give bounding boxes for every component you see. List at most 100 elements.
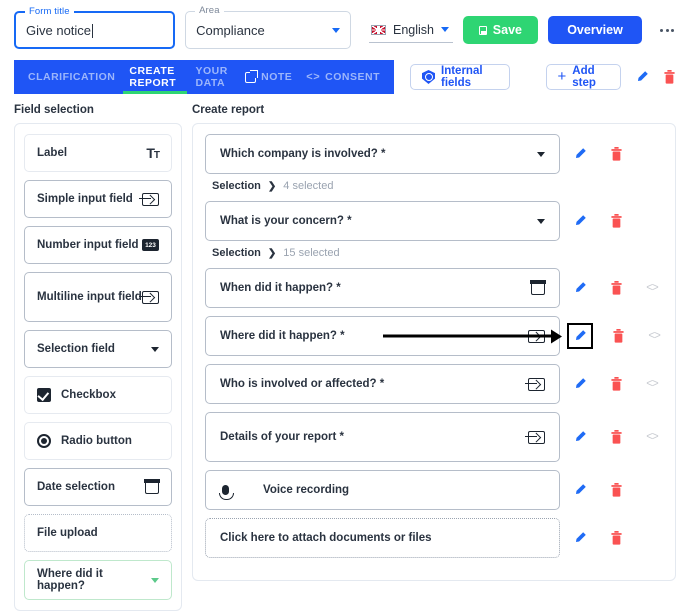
- form-title-legend: Form title: [25, 6, 74, 17]
- chevron-right-icon: ❯: [267, 180, 277, 192]
- tab-actions: Internal fields + Add step: [394, 60, 676, 94]
- palette-item-file-upload[interactable]: File upload: [24, 514, 172, 552]
- pencil-icon: [575, 431, 586, 442]
- palette-item-label-text: Checkbox: [61, 389, 116, 401]
- pencil-icon: [575, 148, 586, 159]
- field-box[interactable]: Which company is involved? *: [205, 134, 560, 174]
- report-row-voice-recording: Voice recording: [205, 470, 664, 510]
- palette-item-simple-input[interactable]: Simple input field: [24, 180, 172, 218]
- tab-your-data[interactable]: YOUR DATA: [195, 60, 231, 94]
- field-label: Voice recording: [263, 484, 350, 496]
- trash-icon: [613, 329, 624, 343]
- field-box[interactable]: Click here to attach documents or files: [205, 518, 560, 558]
- subinfo-key: Selection: [212, 180, 261, 192]
- row-actions: [560, 470, 664, 510]
- tab-note[interactable]: NOTE: [245, 60, 292, 94]
- code-view-button[interactable]: <>: [642, 282, 662, 294]
- add-step-label: Add step: [572, 65, 596, 89]
- report-row-details-of-report: Details of your report * <>: [205, 412, 664, 462]
- radio-button-icon: [37, 434, 51, 448]
- field-box[interactable]: Voice recording: [205, 470, 560, 510]
- palette-item-number-input[interactable]: Number input field 123: [24, 226, 172, 264]
- palette-item-multiline-input[interactable]: Multiline input field: [24, 272, 172, 322]
- delete-field-button[interactable]: [606, 147, 626, 161]
- palette-item-where-did-it-happen[interactable]: Where did it happen?: [24, 560, 172, 600]
- field-subinfo: Selection ❯ 15 selected: [212, 247, 664, 259]
- edit-field-button[interactable]: [570, 214, 590, 228]
- delete-field-button[interactable]: [606, 281, 626, 295]
- language-select[interactable]: English: [369, 17, 454, 43]
- field-box[interactable]: Who is involved or affected? *: [205, 364, 560, 404]
- delete-field-button[interactable]: [606, 531, 626, 545]
- edit-field-button[interactable]: [570, 147, 590, 161]
- edit-step-button[interactable]: [635, 70, 649, 84]
- chevron-down-icon: [151, 577, 159, 583]
- form-title-field[interactable]: Form title Give notice: [14, 6, 176, 49]
- text-format-icon: TT: [146, 145, 160, 161]
- trash-icon: [610, 214, 622, 228]
- palette-item-checkbox[interactable]: Checkbox: [24, 376, 172, 414]
- palette-item-selection-field[interactable]: Selection field: [24, 330, 172, 368]
- delete-field-button[interactable]: [606, 483, 626, 497]
- palette-item-label[interactable]: Label TT: [24, 134, 172, 172]
- internal-fields-button[interactable]: Internal fields: [410, 64, 510, 90]
- trash-icon: [610, 281, 622, 295]
- edit-field-button[interactable]: [570, 483, 590, 497]
- add-step-button[interactable]: + Add step: [545, 64, 621, 90]
- code-view-button[interactable]: <>: [644, 330, 664, 342]
- chevron-down-icon[interactable]: [441, 27, 450, 32]
- main-content: Field selection Label TT Simple input fi…: [0, 94, 688, 611]
- tab-consent[interactable]: <> CONSENT: [306, 60, 380, 94]
- form-title-input[interactable]: Give notice: [26, 23, 163, 38]
- code-view-button[interactable]: <>: [642, 431, 662, 443]
- edit-field-button[interactable]: [570, 377, 590, 391]
- delete-field-button[interactable]: [606, 214, 626, 228]
- tab-list: CLARIFICATION CREATE REPORT YOUR DATA NO…: [14, 60, 394, 94]
- input-field-icon: [525, 430, 545, 444]
- field-box[interactable]: Details of your report *: [205, 412, 560, 462]
- area-select[interactable]: Area Compliance: [185, 5, 352, 49]
- code-view-button[interactable]: <>: [642, 378, 662, 390]
- save-button[interactable]: Save: [463, 16, 538, 44]
- code-icon: <>: [306, 71, 321, 83]
- delete-field-button[interactable]: [606, 377, 626, 391]
- field-box[interactable]: When did it happen? *: [205, 268, 560, 308]
- palette-item-date-selection[interactable]: Date selection: [24, 468, 172, 506]
- report-row-who-is-involved: Who is involved or affected? * <>: [205, 364, 664, 404]
- palette-item-label-text: Simple input field: [37, 193, 133, 205]
- row-actions: <>: [560, 412, 664, 462]
- field-label: What is your concern? *: [220, 215, 352, 227]
- overview-button[interactable]: Overview: [548, 16, 642, 44]
- edit-field-button[interactable]: [570, 281, 590, 295]
- report-row-which-company: Which company is involved? *: [205, 134, 664, 174]
- trash-icon: [610, 483, 622, 497]
- chevron-down-icon[interactable]: [332, 27, 341, 33]
- edit-field-button[interactable]: [567, 323, 593, 349]
- delete-field-button[interactable]: [609, 329, 629, 343]
- more-options-icon[interactable]: [658, 23, 676, 38]
- field-subinfo: Selection ❯ 4 selected: [212, 180, 664, 192]
- palette-item-label-text: Radio button: [61, 435, 132, 447]
- delete-step-button[interactable]: [663, 70, 676, 84]
- save-disk-icon: [479, 25, 487, 35]
- edit-field-button[interactable]: [570, 531, 590, 545]
- edit-field-button[interactable]: [570, 430, 590, 444]
- pencil-icon: [575, 378, 586, 389]
- subinfo-key: Selection: [212, 247, 261, 259]
- delete-field-button[interactable]: [606, 430, 626, 444]
- trash-icon: [610, 531, 622, 545]
- field-label: Who is involved or affected? *: [220, 378, 385, 390]
- chevron-down-icon: [537, 218, 545, 224]
- chevron-down-icon: [537, 151, 545, 157]
- tab-clarification[interactable]: CLARIFICATION: [28, 60, 115, 94]
- number-input-icon: 123: [142, 239, 159, 251]
- subinfo-value: 15 selected: [283, 247, 340, 259]
- external-link-icon: [245, 69, 259, 83]
- input-field-icon: [525, 377, 545, 391]
- trash-icon: [610, 430, 622, 444]
- field-box[interactable]: Where did it happen? *: [205, 316, 562, 356]
- calendar-icon: [144, 479, 160, 494]
- tab-create-report[interactable]: CREATE REPORT: [123, 60, 188, 94]
- palette-item-radio-button[interactable]: Radio button: [24, 422, 172, 460]
- field-box[interactable]: What is your concern? *: [205, 201, 560, 241]
